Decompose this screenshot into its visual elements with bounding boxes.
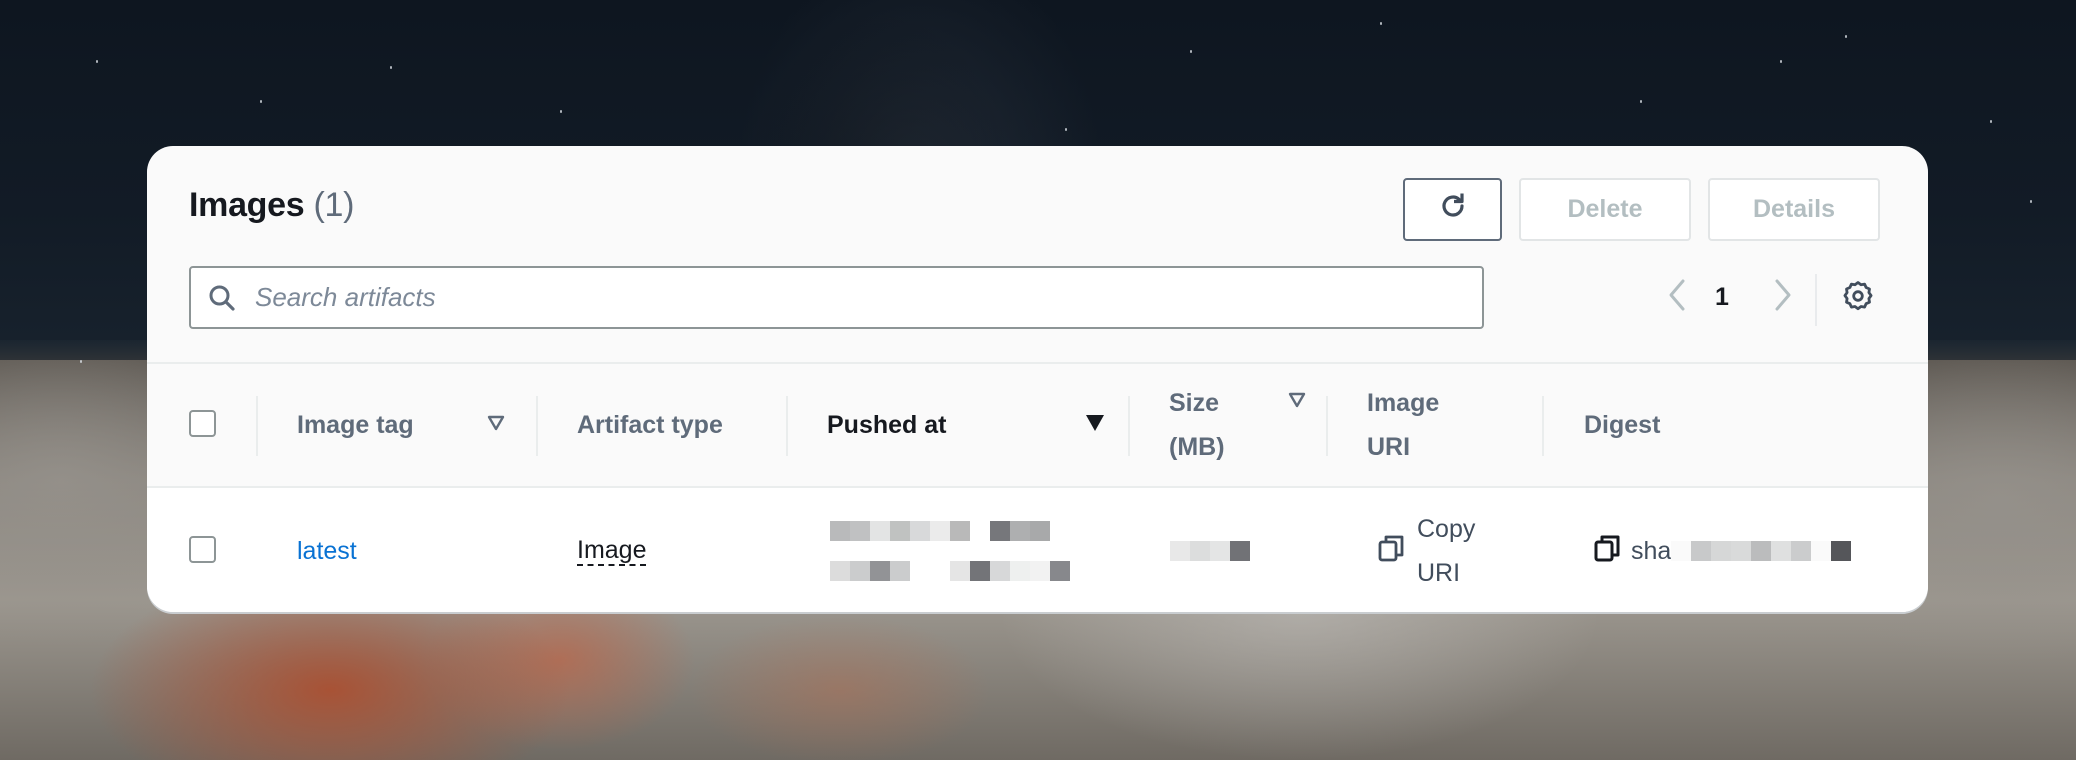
column-divider [1326, 396, 1328, 456]
redacted-text [1170, 541, 1250, 561]
star [1780, 60, 1782, 63]
next-page-button[interactable] [1763, 266, 1803, 329]
column-header-size[interactable]: Size (MB) [1169, 364, 1225, 486]
column-header-artifact-type: Artifact type [577, 364, 723, 486]
column-divider [1542, 396, 1544, 456]
preferences-button[interactable] [1840, 280, 1876, 316]
column-header-image-uri: Image URI [1367, 364, 1439, 486]
column-label: Pushed at [827, 411, 947, 439]
star [96, 60, 98, 63]
column-label-line: URI [1367, 433, 1411, 461]
column-label-line: (MB) [1169, 433, 1225, 461]
star [1065, 128, 1067, 131]
column-label: Artifact type [577, 411, 723, 439]
size-value [1170, 488, 1250, 612]
chevron-right-icon [1773, 278, 1793, 317]
column-label-line: Size [1169, 389, 1220, 417]
star [1190, 50, 1192, 53]
copy-icon [1377, 533, 1407, 570]
star [2030, 200, 2032, 203]
column-divider [536, 396, 538, 456]
images-panel: Images (1) Delete Details Search artifac… [147, 146, 1928, 612]
copy-uri-label: Copy URI [1417, 507, 1475, 595]
column-divider [1128, 396, 1130, 456]
star [80, 360, 82, 363]
copy-uri-button[interactable]: Copy URI [1377, 507, 1475, 595]
search-input[interactable] [253, 281, 1407, 314]
column-label: Size (MB) [1169, 381, 1225, 469]
digest-prefix: sha [1631, 536, 1672, 565]
sort-icon[interactable] [1285, 388, 1309, 412]
star [1380, 22, 1382, 25]
redacted-text [830, 521, 1070, 541]
images-table: Image tag Artifact type Pushed at Size (… [147, 362, 1928, 612]
redacted-text [830, 561, 1070, 581]
chevron-left-icon [1667, 278, 1687, 317]
page-title: Images (1) [189, 186, 354, 225]
column-header-digest: Digest [1584, 364, 1660, 486]
star [560, 110, 562, 113]
gear-icon [1841, 279, 1875, 318]
star [390, 66, 392, 69]
search-icon [205, 281, 239, 315]
refresh-icon [1437, 190, 1469, 229]
delete-button[interactable]: Delete [1519, 178, 1691, 241]
sort-descending-icon[interactable] [1083, 411, 1107, 435]
panel-header: Images (1) Delete Details Search artifac… [147, 146, 1928, 362]
sort-icon[interactable] [484, 411, 508, 435]
title-text: Images [189, 186, 305, 224]
column-label: Image tag [297, 411, 414, 439]
column-header-pushed-at[interactable]: Pushed at [827, 364, 946, 486]
item-count: (1) [313, 186, 355, 224]
copy-digest-button[interactable] [1593, 533, 1623, 570]
pushed-at-value [830, 488, 1070, 612]
current-page-number[interactable]: 1 [1707, 266, 1737, 329]
column-divider [786, 396, 788, 456]
image-tag-link[interactable]: latest [297, 537, 357, 566]
refresh-button[interactable] [1403, 178, 1502, 241]
redacted-digest [1671, 541, 1852, 561]
star [1990, 120, 1992, 123]
row-select-checkbox[interactable] [189, 536, 216, 563]
pagination-divider [1815, 274, 1817, 326]
star [260, 100, 262, 103]
previous-page-button[interactable] [1657, 266, 1697, 329]
column-header-image-tag[interactable]: Image tag [297, 364, 414, 486]
artifact-type-value[interactable]: Image [577, 536, 647, 566]
table-row[interactable]: latest Image Copy URI sha [147, 488, 1928, 612]
column-label: Digest [1584, 411, 1661, 439]
details-button[interactable]: Details [1708, 178, 1880, 241]
star [1845, 35, 1847, 38]
column-divider [256, 396, 258, 456]
copy-uri-label-line: URI [1417, 559, 1461, 587]
select-all-checkbox[interactable] [189, 410, 216, 437]
table-header: Image tag Artifact type Pushed at Size (… [147, 362, 1928, 488]
copy-uri-label-line: Copy [1417, 515, 1476, 543]
column-label-line: Image [1367, 389, 1440, 417]
search-field[interactable] [189, 266, 1484, 329]
star [1640, 100, 1642, 103]
column-label: Image URI [1367, 381, 1439, 469]
